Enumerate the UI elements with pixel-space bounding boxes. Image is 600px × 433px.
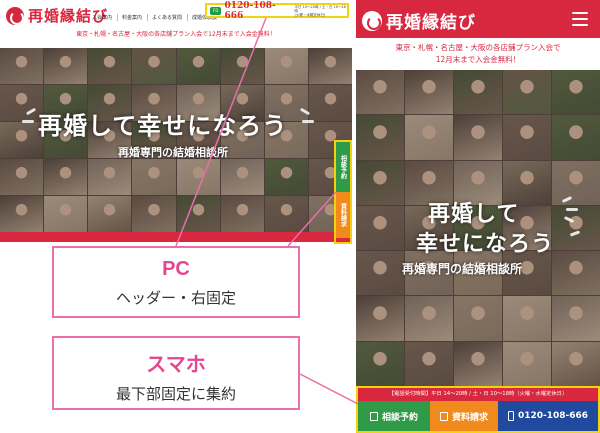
pc-callout: PC ヘッダー・右固定	[52, 246, 300, 318]
sp-logo[interactable]: 再婚縁結び	[362, 8, 476, 33]
sp-reserve-label: 相談予約	[381, 412, 418, 423]
pc-header-phone[interactable]: FD 0120-108-666 平日 14〜20時 / 土・日 10〜18時 (…	[205, 0, 349, 21]
pc-nav-item[interactable]: 入会案内	[92, 14, 112, 21]
sp-phone-label: 0120-108-666	[517, 411, 589, 421]
sp-mockup: 再婚縁結び 東京・札幌・名古屋・大阪の各店舗プラン入会で 12月末まで入会金無料…	[356, 0, 600, 433]
pc-callout-heading: PC	[162, 258, 190, 280]
sp-notice-line1: 東京・札幌・名古屋・大阪の各店舗プラン入会で	[395, 43, 561, 52]
sp-logo-text: 再婚縁結び	[386, 13, 476, 33]
pc-mockup: 再婚して幸せになろう 再婚専門の結婚相談所 再婚縁結び 入会案内 料金案内 よく…	[0, 0, 352, 244]
sp-hero-title-line1: 再婚して	[428, 201, 520, 227]
logo-icon	[362, 10, 382, 31]
sp-callout-body: 最下部固定に集約	[115, 385, 236, 403]
sp-phone-hours: 【電話受付時間】平日 14〜20時 / 土・日 10〜18時（火曜・水曜定休日）	[358, 388, 598, 401]
sp-request-button[interactable]: 資料請求	[430, 401, 498, 431]
sp-bottom-fixed-bar: 【電話受付時間】平日 14〜20時 / 土・日 10〜18時（火曜・水曜定休日）…	[356, 386, 600, 433]
pc-notice: 東京・札幌・名古屋・大阪の各店舗プラン入会で12月末まで入会金無料！	[0, 28, 352, 42]
sp-reserve-button[interactable]: 相談予約	[358, 401, 430, 431]
sp-request-label: 資料請求	[451, 412, 488, 423]
pc-hero-subtitle: 再婚専門の結婚相談所	[118, 146, 228, 159]
sp-hero-subtitle: 再婚専門の結婚相談所	[402, 262, 523, 276]
pc-request-button[interactable]: 資料請求	[336, 192, 350, 238]
pc-callout-body: ヘッダー・右固定	[115, 289, 236, 307]
sp-notice: 東京・札幌・名古屋・大阪の各店舗プラン入会で 12月末まで入会金無料！	[356, 38, 600, 70]
sp-hero: 再婚して 幸せになろう 再婚専門の結婚相談所	[356, 70, 600, 386]
pc-phone-hours-line2: (火曜・水曜定休日)	[294, 12, 326, 17]
sp-notice-line2: 12月末まで入会金無料！	[435, 55, 521, 64]
calendar-icon	[369, 411, 378, 421]
pc-nav-item[interactable]: 料金案内	[117, 14, 142, 21]
sp-header: 再婚縁結び	[356, 0, 600, 38]
pc-nav-item[interactable]: よくある質問	[147, 14, 182, 21]
logo-icon	[6, 6, 24, 25]
document-icon	[439, 411, 448, 421]
pc-hero: 再婚して幸せになろう 再婚専門の結婚相談所	[0, 48, 352, 232]
pc-reserve-button[interactable]: 相談予約	[336, 142, 350, 192]
freedial-icon: FD	[210, 6, 222, 15]
pc-nav: 入会案内 料金案内 よくある質問 成婚体験談	[92, 14, 217, 21]
sp-hero-title-line2: 幸せになろう	[416, 231, 555, 257]
sp-callout: スマホ 最下部固定に集約	[52, 336, 300, 410]
sp-callout-heading: スマホ	[146, 354, 206, 376]
pc-hero-title: 再婚して幸せになろう	[38, 111, 288, 140]
pc-right-fixed-buttons: 相談予約 資料請求	[334, 140, 352, 244]
sp-phone-button[interactable]: 0120-108-666	[498, 401, 598, 431]
smartphone-icon	[507, 411, 514, 421]
pc-phone-hours: 平日 14〜20時 / 土・日 10〜18時 (火曜・水曜定休日)	[294, 5, 347, 17]
hamburger-icon[interactable]	[572, 12, 588, 26]
pc-phone-number: 0120-108-666	[224, 0, 276, 21]
pc-footer-band	[0, 232, 352, 242]
pc-phone-hours-line1: 平日 14〜20時 / 土・日 10〜18時	[294, 4, 346, 13]
